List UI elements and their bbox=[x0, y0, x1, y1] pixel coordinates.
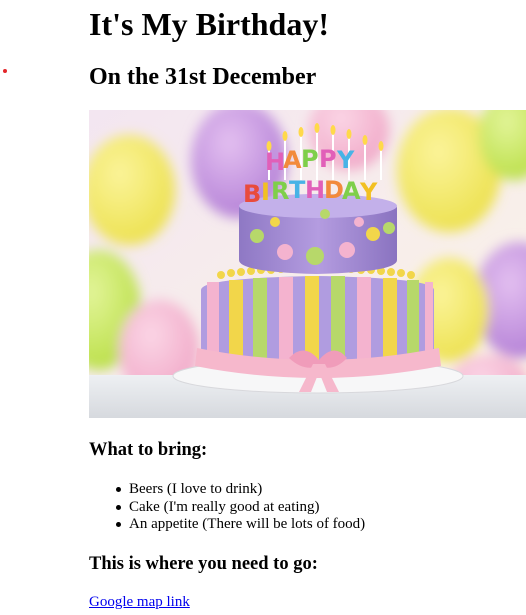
page-title: It's My Birthday! bbox=[89, 6, 329, 42]
svg-text:B: B bbox=[243, 180, 261, 208]
svg-text:T: T bbox=[289, 176, 306, 204]
bullet-icon bbox=[116, 522, 121, 527]
svg-text:I: I bbox=[261, 178, 270, 206]
what-to-bring-heading: What to bring: bbox=[89, 440, 208, 460]
svg-text:R: R bbox=[271, 177, 289, 205]
red-marker-dot bbox=[3, 69, 7, 73]
bullet-icon bbox=[116, 504, 121, 510]
svg-text:H: H bbox=[305, 176, 325, 204]
list-item: An appetite (There will be lots of food) bbox=[116, 516, 366, 534]
list-item-label: An appetite (There will be lots of food) bbox=[129, 516, 366, 532]
svg-text:P: P bbox=[319, 145, 337, 173]
svg-text:P: P bbox=[301, 145, 319, 173]
list-item: Beers (I love to drink) bbox=[116, 481, 365, 499]
svg-text:Y: Y bbox=[359, 178, 378, 206]
svg-text:D: D bbox=[324, 176, 344, 204]
svg-text:Y: Y bbox=[336, 146, 355, 174]
directions-heading: This is where you need to go: bbox=[89, 554, 318, 574]
list-item-label: Beers (I love to drink) bbox=[129, 481, 263, 497]
list-item-label: Cake (I'm really good at eating) bbox=[129, 498, 320, 515]
svg-text:A: A bbox=[283, 146, 302, 174]
what-to-bring-list: Beers (I love to drink) Cake (I'm really… bbox=[89, 481, 365, 534]
bullet-icon bbox=[116, 487, 121, 492]
list-item: Cake (I'm really good at eating) bbox=[116, 498, 365, 517]
page-subtitle: On the 31st December bbox=[89, 64, 317, 90]
birthday-cake-image: H A P P Y B I R T H D A Y bbox=[89, 110, 526, 418]
svg-text:A: A bbox=[342, 177, 361, 205]
google-map-link[interactable]: Google map link bbox=[89, 593, 190, 611]
